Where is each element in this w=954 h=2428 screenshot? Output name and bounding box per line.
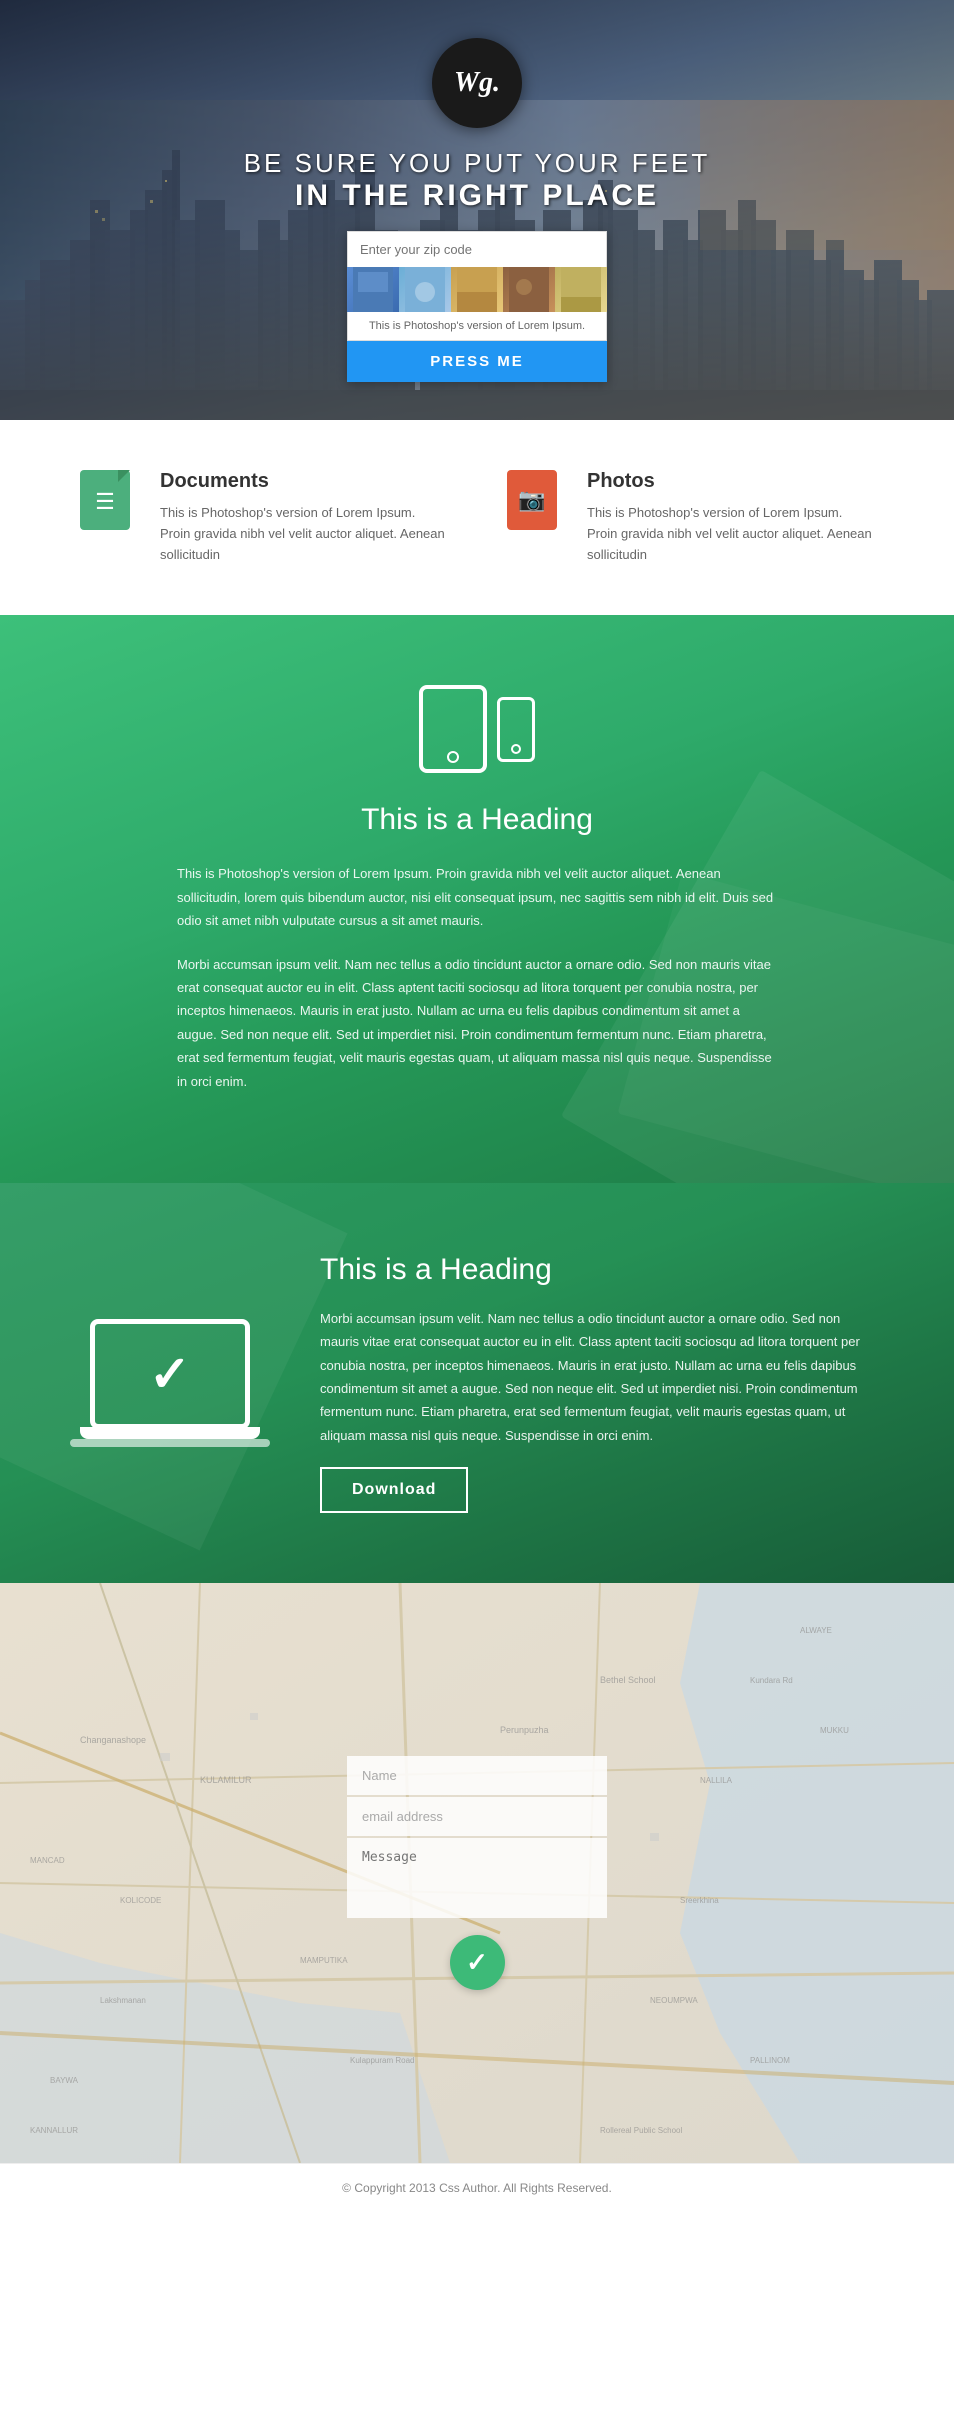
section1-heading: This is a Heading bbox=[120, 803, 834, 837]
submit-check-icon: ✓ bbox=[466, 1947, 488, 1978]
svg-text:KANNALLUR: KANNALLUR bbox=[30, 2126, 78, 2135]
photos-content: Photos This is Photoshop's version of Lo… bbox=[587, 470, 874, 565]
press-me-button[interactable]: PRESS ME bbox=[347, 341, 607, 382]
svg-text:Kulappuram Road: Kulappuram Road bbox=[350, 2056, 414, 2065]
svg-text:Rollereal Public School: Rollereal Public School bbox=[600, 2126, 682, 2135]
laptop-body: ✓ bbox=[90, 1319, 250, 1429]
contact-form: ✓ bbox=[347, 1756, 607, 1990]
tablet-shape bbox=[419, 685, 487, 773]
svg-text:Kundara Rd: Kundara Rd bbox=[750, 1676, 793, 1685]
svg-text:Changanashope: Changanashope bbox=[80, 1735, 146, 1745]
section1-paragraph1: This is Photoshop's version of Lorem Ips… bbox=[177, 862, 777, 932]
documents-title: Documents bbox=[160, 470, 447, 493]
svg-text:MANCAD: MANCAD bbox=[30, 1856, 65, 1865]
copyright-text: © Copyright 2013 Css Author. All Rights … bbox=[342, 2181, 612, 2195]
svg-text:KULAMILUR: KULAMILUR bbox=[200, 1775, 252, 1785]
documents-content: Documents This is Photoshop's version of… bbox=[160, 470, 447, 565]
photos-title: Photos bbox=[587, 470, 874, 493]
photo-icon: 📷 bbox=[507, 470, 557, 530]
map-section: Changanashope MANCAD KOLICODE KULAMILUR … bbox=[0, 1583, 954, 2163]
logo: Wg. bbox=[432, 38, 522, 128]
doc-icon-symbol: ☰ bbox=[95, 489, 115, 515]
submit-container: ✓ bbox=[347, 1935, 607, 1990]
svg-text:PALLINOM: PALLINOM bbox=[750, 2056, 790, 2065]
documents-description: This is Photoshop's version of Lorem Ips… bbox=[160, 503, 447, 565]
svg-text:BAYWA: BAYWA bbox=[50, 2076, 79, 2085]
svg-text:Lakshmanan: Lakshmanan bbox=[100, 1996, 146, 2005]
footer: © Copyright 2013 Css Author. All Rights … bbox=[0, 2163, 954, 2212]
section2-heading: This is a Heading bbox=[320, 1253, 874, 1287]
hero-card: This is Photoshop's version of Lorem Ips… bbox=[347, 231, 607, 382]
laptop-base-bottom bbox=[70, 1439, 270, 1447]
hero-section: Wg. BE SURE YOU PUT YOUR FEET IN THE RIG… bbox=[0, 0, 954, 420]
zip-input[interactable] bbox=[347, 231, 607, 267]
section2-content: This is a Heading Morbi accumsan ipsum v… bbox=[320, 1253, 874, 1513]
submit-button[interactable]: ✓ bbox=[450, 1935, 505, 1990]
laptop-check-icon: ✓ bbox=[80, 1303, 260, 1463]
section1-paragraph2: Morbi accumsan ipsum velit. Nam nec tell… bbox=[177, 953, 777, 1093]
tagline-line1: BE SURE YOU PUT YOUR FEET bbox=[244, 148, 711, 179]
devices-icon bbox=[120, 685, 834, 773]
photo-icon-symbol: 📷 bbox=[518, 487, 545, 513]
green-section-2: ✓ This is a Heading Morbi accumsan ipsum… bbox=[0, 1183, 954, 1583]
laptop-base bbox=[80, 1427, 260, 1439]
thumbnail-4 bbox=[503, 267, 555, 312]
thumbnail-2 bbox=[399, 267, 451, 312]
name-input[interactable] bbox=[347, 1756, 607, 1795]
features-section: ☰ Documents This is Photoshop's version … bbox=[0, 420, 954, 615]
thumbnail-row bbox=[347, 267, 607, 312]
svg-text:KOLICODE: KOLICODE bbox=[120, 1896, 161, 1905]
message-input[interactable] bbox=[347, 1838, 607, 1918]
email-input[interactable] bbox=[347, 1797, 607, 1836]
svg-text:MAMPUTIKA: MAMPUTIKA bbox=[300, 1956, 348, 1965]
svg-text:MUKKU: MUKKU bbox=[820, 1726, 849, 1735]
thumbnail-5 bbox=[555, 267, 607, 312]
feature-documents: ☰ Documents This is Photoshop's version … bbox=[80, 470, 447, 565]
photos-icon-container: 📷 bbox=[507, 470, 567, 540]
download-button[interactable]: Download bbox=[320, 1467, 468, 1513]
svg-text:NALLILA: NALLILA bbox=[700, 1776, 733, 1785]
svg-text:ALWAYE: ALWAYE bbox=[800, 1626, 832, 1635]
documents-icon-container: ☰ bbox=[80, 470, 140, 540]
svg-text:Sreerkhina: Sreerkhina bbox=[680, 1896, 719, 1905]
thumbnail-3 bbox=[451, 267, 503, 312]
tagline-line2: IN THE RIGHT PLACE bbox=[244, 179, 711, 213]
thumbnail-1 bbox=[347, 267, 399, 312]
svg-text:NEOUMPWA: NEOUMPWA bbox=[650, 1996, 698, 2005]
hero-card-text: This is Photoshop's version of Lorem Ips… bbox=[347, 312, 607, 341]
phone-shape bbox=[497, 697, 535, 762]
logo-text: Wg. bbox=[454, 67, 500, 99]
hero-tagline: BE SURE YOU PUT YOUR FEET IN THE RIGHT P… bbox=[244, 148, 711, 213]
feature-photos: 📷 Photos This is Photoshop's version of … bbox=[507, 470, 874, 565]
photos-description: This is Photoshop's version of Lorem Ips… bbox=[587, 503, 874, 565]
green-section-1: This is a Heading This is Photoshop's ve… bbox=[0, 615, 954, 1183]
doc-icon: ☰ bbox=[80, 470, 130, 530]
laptop-check-mark: ✓ bbox=[149, 1345, 191, 1403]
svg-text:Perunpuzha: Perunpuzha bbox=[500, 1725, 549, 1735]
section2-paragraph: Morbi accumsan ipsum velit. Nam nec tell… bbox=[320, 1307, 874, 1447]
svg-text:Bethel School: Bethel School bbox=[600, 1675, 656, 1685]
